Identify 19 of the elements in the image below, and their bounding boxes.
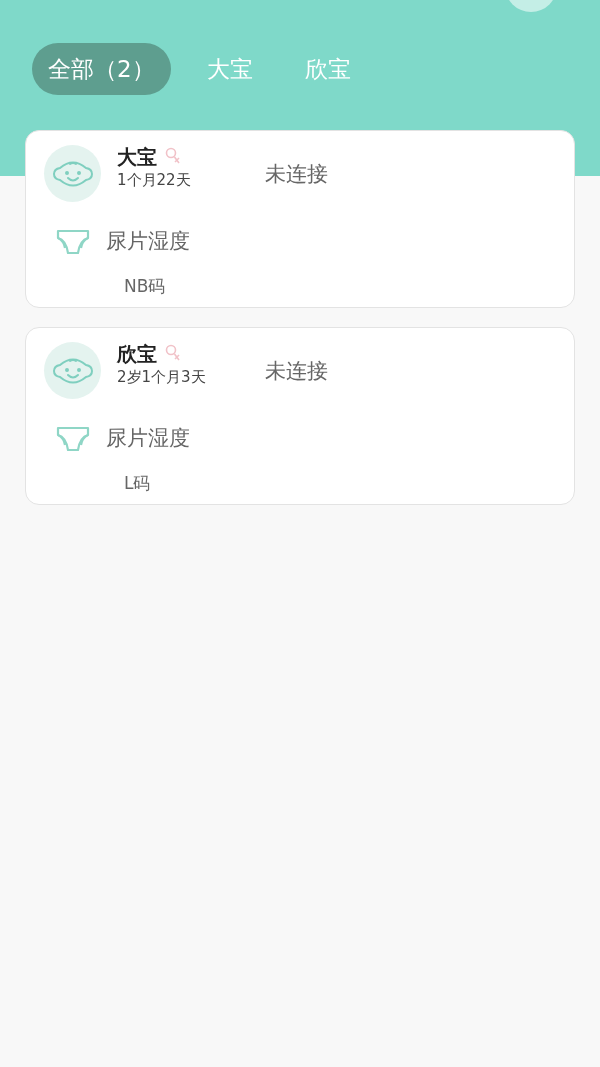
female-icon <box>165 146 181 165</box>
sensor-label: 尿片湿度 <box>106 228 190 255</box>
filter-tab[interactable]: 全部（2） <box>32 43 171 95</box>
diaper-size: NB码 <box>124 275 166 296</box>
baby-name: 欣宝 <box>117 342 157 366</box>
baby-age: 2岁1个月3天 <box>117 367 207 388</box>
female-icon <box>165 343 181 362</box>
filter-tab[interactable]: 欣宝 <box>288 43 367 95</box>
diaper-icon <box>56 228 90 256</box>
diaper-icon <box>56 425 90 453</box>
filter-tab[interactable]: 大宝 <box>190 43 269 95</box>
baby-name: 大宝 <box>117 145 157 169</box>
diaper-size: L码 <box>124 472 151 493</box>
connection-status: 未连接 <box>265 358 328 385</box>
connection-status: 未连接 <box>265 161 328 188</box>
sensor-label: 尿片湿度 <box>106 425 190 452</box>
baby-age: 1个月22天 <box>117 170 192 191</box>
baby-card[interactable]: 欣宝 2岁1个月3天 未连接 尿片湿度 L码 <box>25 327 575 505</box>
baby-card[interactable]: 大宝 1个月22天 未连接 尿片湿度 NB码 <box>25 130 575 308</box>
